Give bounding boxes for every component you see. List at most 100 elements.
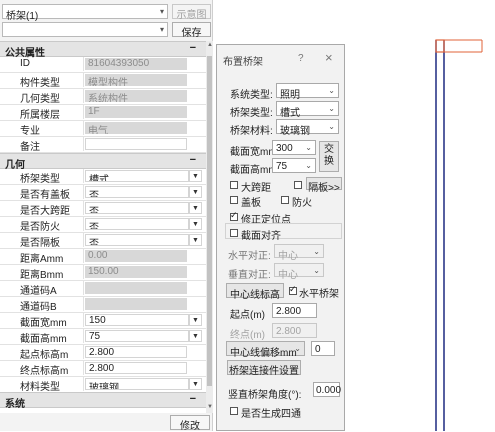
offset-input[interactable]: 0 — [311, 341, 335, 356]
property-row: 通道码B — [0, 297, 206, 313]
tray-type-select[interactable]: 槽式 ⌄ — [276, 101, 339, 119]
scroll-down-icon[interactable]: ▼ — [207, 404, 213, 410]
system-type-select[interactable]: 照明 ⌄ — [276, 83, 339, 101]
property-label: 材料类型 — [0, 377, 84, 391]
collapse-icon[interactable]: − — [190, 42, 196, 54]
fireproof-checkbox[interactable] — [281, 196, 289, 204]
close-icon[interactable]: × — [325, 50, 333, 65]
dropdown-arrow-icon[interactable]: ▼ — [189, 234, 202, 246]
dropdown-arrow-icon[interactable]: ▼ — [189, 186, 202, 198]
property-label: 通道码A — [0, 281, 84, 295]
scroll-up-icon[interactable]: ▲ — [207, 42, 213, 48]
large-span-checkbox[interactable] — [230, 181, 238, 189]
section-system[interactable]: 系统 − — [0, 392, 206, 410]
h-align-select[interactable]: 中心 ⌄ — [274, 244, 324, 262]
property-label: 桥架类型 — [0, 169, 84, 183]
dropdown-arrow-icon[interactable]: ▼ — [189, 170, 202, 182]
end-elevation-value: 2.800 — [276, 326, 302, 337]
place-tray-dialog: 布置桥架 ? × 系统类型: 照明 ⌄ 桥架类型: 槽式 ⌄ 桥架材料: 玻璃钢 ⌄ … — [216, 44, 345, 431]
property-row: 起点标高m 2.800 — [0, 345, 206, 361]
property-row: 桥架类型 槽式 ▼ — [0, 169, 206, 185]
section-align-checkbox[interactable] — [230, 229, 238, 237]
start-elevation-value: 2.800 — [276, 306, 302, 317]
property-value — [85, 298, 187, 310]
section-geometry[interactable]: 几何 − — [0, 153, 206, 171]
dropdown-arrow-icon[interactable]: ▼ — [189, 218, 202, 230]
end-elevation-input[interactable]: 2.800 — [272, 323, 317, 338]
property-label: 几何类型 — [0, 89, 84, 103]
chevron-down-icon: ⌄ — [328, 86, 335, 95]
property-value[interactable]: 玻璃钢 — [85, 378, 189, 390]
v-align-select[interactable]: 中心 ⌄ — [274, 263, 324, 281]
type-select[interactable]: ▾ — [2, 22, 168, 37]
property-value[interactable]: 75 — [85, 330, 189, 342]
property-row: 材料类型 玻璃钢 ▼ — [0, 377, 206, 393]
material-select[interactable]: 玻璃钢 ⌄ — [276, 119, 339, 137]
connector-settings-button[interactable]: 桥架连接件设置 — [227, 360, 301, 377]
property-row: 通道码A — [0, 281, 206, 297]
four-way-checkbox[interactable] — [230, 407, 238, 415]
swap-button[interactable]: 交换 — [319, 141, 339, 172]
property-label: 截面高mm — [0, 329, 84, 343]
height-select[interactable]: 75 ⌄ — [272, 158, 316, 173]
chevron-down-icon: ⌄ — [313, 247, 320, 256]
property-row: ID 81604393050 — [0, 57, 206, 73]
property-row: 截面宽mm 150 ▼ — [0, 313, 206, 329]
v-align-value: 中心 — [278, 270, 298, 281]
diagram-button[interactable]: 示意图 — [172, 4, 211, 21]
property-value[interactable]: 150 — [85, 314, 189, 326]
family-select[interactable]: 桥架(1) ▾ — [2, 4, 168, 22]
property-row: 备注 — [0, 137, 206, 153]
property-value[interactable]: 槽式 — [85, 170, 189, 182]
section-common[interactable]: 公共属性 − — [0, 41, 206, 59]
help-icon[interactable]: ? — [298, 53, 304, 64]
dropdown-arrow-icon[interactable]: ▼ — [189, 202, 202, 214]
modify-button[interactable]: 修改 — [170, 415, 210, 432]
partition-button[interactable]: 隔板>> — [306, 177, 342, 194]
property-value: 模型构件 — [85, 74, 187, 86]
h-align-label: 水平对正: — [228, 251, 271, 262]
dropdown-arrow-icon[interactable]: ▼ — [189, 314, 202, 326]
v-align-label: 垂直对正: — [228, 270, 271, 281]
chevron-down-icon: ⌄ — [328, 104, 335, 113]
four-way-label: 是否生成四通 — [241, 409, 301, 420]
dropdown-arrow-icon[interactable]: ▼ — [189, 330, 202, 342]
scrollbar-thumb[interactable] — [207, 56, 212, 386]
tray-type-label: 桥架类型: — [230, 108, 273, 119]
fix-point-checkbox[interactable] — [230, 210, 238, 221]
dropdown-arrow-icon[interactable]: ▼ — [189, 378, 202, 390]
property-value[interactable]: 否 — [85, 202, 189, 214]
offset-value: 0 — [315, 344, 321, 355]
cover-checkbox[interactable] — [230, 196, 238, 204]
property-label: 终点标高m — [0, 361, 84, 375]
property-value[interactable]: 否 — [85, 234, 189, 246]
property-value: 1F — [85, 106, 187, 118]
vert-angle-input[interactable]: 0.000 — [313, 382, 341, 397]
elevation-mode-select[interactable]: 中心线标高 ⌄ — [226, 283, 284, 301]
horizontal-tray-checkbox[interactable] — [289, 284, 297, 295]
collapse-icon[interactable]: − — [190, 393, 196, 405]
property-label: 通道码B — [0, 297, 84, 311]
start-label: 起点(m) — [230, 310, 265, 321]
save-button[interactable]: 保存 — [172, 22, 211, 39]
dialog-title: 布置桥架 — [223, 57, 263, 68]
property-label: 距离Bmm — [0, 265, 84, 279]
offset-mode-select[interactable]: 中心线偏移mm ⌄ — [226, 341, 305, 359]
height-value: 75 — [276, 161, 288, 172]
property-value[interactable]: 2.800 — [85, 346, 187, 358]
property-value: 81604393050 — [85, 58, 187, 70]
property-row: 专业 电气 — [0, 121, 206, 137]
property-value[interactable]: 否 — [85, 218, 189, 230]
property-grid: 公共属性 − ID 81604393050 构件类型 模型构件 几何类型 系统构件 所属楼层… — [0, 41, 206, 413]
width-select[interactable]: 300 ⌄ — [272, 140, 316, 155]
collapse-icon[interactable]: − — [190, 154, 196, 166]
start-elevation-input[interactable]: 2.800 — [272, 303, 317, 318]
fireproof-label: 防火 — [292, 198, 312, 209]
property-value[interactable]: 2.800 — [85, 362, 187, 374]
partition-checkbox[interactable] — [294, 181, 302, 189]
property-label: 距离Amm — [0, 249, 84, 263]
property-value[interactable] — [85, 138, 187, 150]
property-row: 截面高mm 75 ▼ — [0, 329, 206, 345]
property-value[interactable]: 否 — [85, 186, 189, 198]
family-select-value: 桥架(1) — [6, 11, 39, 22]
